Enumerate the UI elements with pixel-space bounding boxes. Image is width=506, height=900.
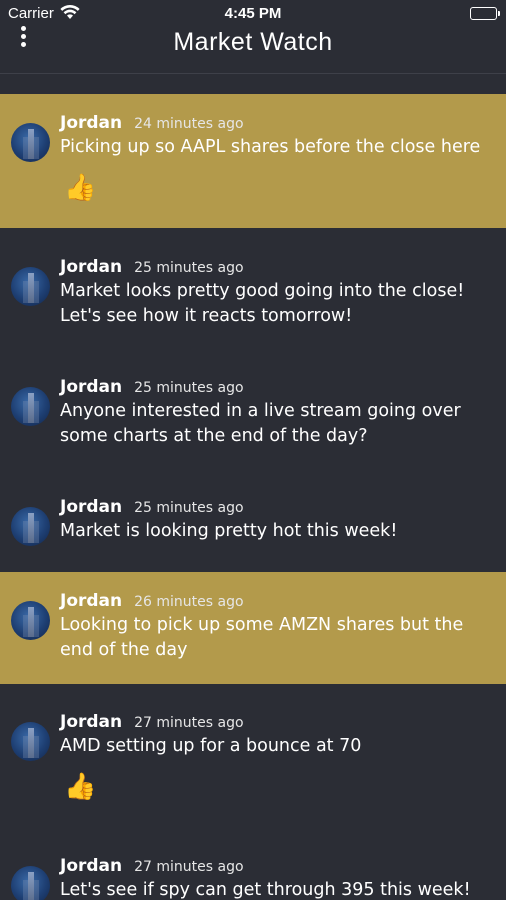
message-time: 25 minutes ago xyxy=(134,500,244,516)
avatar[interactable] xyxy=(11,601,50,640)
avatar[interactable] xyxy=(11,267,50,306)
author-name[interactable]: Jordan xyxy=(60,591,122,611)
avatar[interactable] xyxy=(11,123,50,162)
thumbs-up-icon: 👍 xyxy=(64,772,97,802)
message-item[interactable]: Jordan 25 minutes ago Market looks pretty… xyxy=(0,228,506,348)
author-name[interactable]: Jordan xyxy=(60,257,122,277)
thumbs-up-icon: 👍 xyxy=(64,173,97,203)
message-time: 27 minutes ago xyxy=(134,715,244,731)
message-item[interactable]: Jordan 25 minutes ago Anyone interested i… xyxy=(0,348,506,468)
message-item[interactable]: Jordan 27 minutes ago AMD setting up for … xyxy=(0,684,506,828)
avatar[interactable] xyxy=(11,722,50,761)
page-title: Market Watch xyxy=(173,28,333,56)
message-text: AMD setting up for a bounce at 70 xyxy=(60,736,362,756)
message-item[interactable]: Jordan 25 minutes ago Market is looking p… xyxy=(0,468,506,572)
nav-bar: Market Watch xyxy=(0,26,506,74)
avatar[interactable] xyxy=(11,387,50,426)
avatar[interactable] xyxy=(11,866,50,900)
message-text: Looking to pick up some AMZN shares but … xyxy=(60,615,464,660)
message-item[interactable]: Jordan 27 minutes ago Let's see if spy ca… xyxy=(0,828,506,900)
author-name[interactable]: Jordan xyxy=(60,377,122,397)
author-name[interactable]: Jordan xyxy=(60,712,122,732)
avatar[interactable] xyxy=(11,507,50,546)
message-time: 25 minutes ago xyxy=(134,380,244,396)
message-text: Let's see if spy can get through 395 thi… xyxy=(60,880,471,900)
message-time: 27 minutes ago xyxy=(134,859,244,875)
message-text: Market looks pretty good going into the … xyxy=(60,281,465,326)
author-name[interactable]: Jordan xyxy=(60,497,122,517)
message-time: 26 minutes ago xyxy=(134,594,244,610)
author-name[interactable]: Jordan xyxy=(60,856,122,876)
battery-icon xyxy=(470,7,500,20)
message-text: Anyone interested in a live stream going… xyxy=(60,401,461,446)
message-time: 24 minutes ago xyxy=(134,116,244,132)
message-text: Picking up so AAPL shares before the clo… xyxy=(60,137,481,157)
status-bar: Carrier 4:45 PM xyxy=(0,0,506,26)
message-text: Market is looking pretty hot this week! xyxy=(60,521,398,541)
status-time: 4:45 PM xyxy=(224,5,282,22)
author-name[interactable]: Jordan xyxy=(60,113,122,133)
message-feed[interactable]: Jordan 24 minutes ago Picking up so AAPL … xyxy=(0,94,506,900)
message-item[interactable]: Jordan 24 minutes ago Picking up so AAPL … xyxy=(0,94,506,228)
message-item[interactable]: Jordan 26 minutes ago Looking to pick up … xyxy=(0,572,506,684)
message-time: 25 minutes ago xyxy=(134,260,244,276)
